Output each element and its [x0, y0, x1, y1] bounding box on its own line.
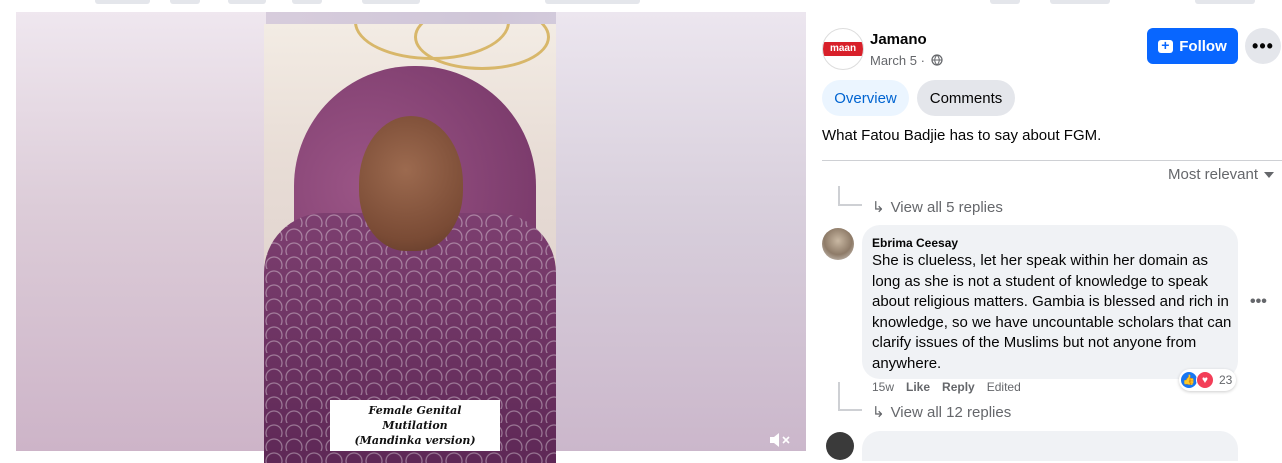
sort-dropdown[interactable]: Most relevant	[1168, 166, 1275, 183]
follow-icon	[1158, 37, 1174, 53]
thread-line	[838, 186, 840, 204]
divider	[822, 160, 1282, 161]
reaction-summary[interactable]: 👍 ♥ 23	[1179, 369, 1237, 391]
thread-line	[838, 204, 862, 206]
tab-overview[interactable]: Overview	[822, 80, 909, 116]
nav-stub	[228, 0, 266, 4]
comment-bubble	[862, 431, 1238, 461]
follow-button[interactable]: Follow	[1147, 28, 1238, 64]
like-reaction-icon: 👍	[1181, 372, 1197, 388]
nav-stub	[990, 0, 1020, 4]
caption-line-2: (Mandinka version)	[354, 434, 476, 447]
tab-comments[interactable]: Comments	[917, 80, 1015, 116]
video-caption: Female Genital Mutilation (Mandinka vers…	[330, 400, 500, 451]
page-name[interactable]: Jamano	[870, 31, 927, 48]
sort-label: Most relevant	[1168, 166, 1259, 183]
video-blur-left	[16, 12, 266, 451]
nav-stub	[1050, 0, 1110, 4]
reply-arrow-icon: ↳	[872, 404, 885, 421]
post-details-panel: maan Jamano March 5 · Follow ••• Overvie…	[808, 12, 1282, 461]
nav-stub	[1195, 0, 1255, 4]
nav-stub	[95, 0, 150, 4]
view-replies-link[interactable]: ↳ View all 5 replies	[872, 198, 1003, 216]
edited-label: Edited	[986, 380, 1021, 394]
page-logo-text: maan	[823, 42, 863, 56]
caption-line-1: Female Genital Mutilation	[368, 404, 462, 432]
like-button[interactable]: Like	[906, 380, 930, 394]
post-caption: What Fatou Badjie has to say about FGM.	[822, 127, 1102, 144]
avatar[interactable]	[826, 432, 854, 460]
thread-line	[838, 409, 862, 411]
video-frame[interactable]: Female Genital Mutilation (Mandinka vers…	[264, 24, 556, 463]
globe-icon	[930, 54, 943, 66]
nav-stub	[362, 0, 420, 4]
post-date-text: March 5 ·	[870, 53, 925, 68]
person-face	[359, 116, 463, 251]
post-date[interactable]: March 5 ·	[870, 53, 943, 68]
nav-stub	[170, 0, 200, 4]
page-logo[interactable]: maan	[822, 28, 864, 70]
follow-label: Follow	[1179, 37, 1227, 55]
view-replies-link[interactable]: ↳ View all 12 replies	[872, 403, 1011, 421]
love-reaction-icon: ♥	[1196, 371, 1214, 389]
view-replies-text: View all 5 replies	[890, 199, 1003, 216]
reply-arrow-icon: ↳	[872, 199, 885, 216]
nav-stub	[292, 0, 322, 4]
comment-time[interactable]: 15w	[872, 380, 894, 394]
view-replies-text: View all 12 replies	[890, 404, 1012, 421]
video-blur-right	[556, 12, 806, 451]
wall-decoration	[414, 24, 550, 70]
more-options-button[interactable]: •••	[1245, 28, 1281, 64]
comment-author[interactable]: Ebrima Ceesay	[872, 236, 958, 250]
comment-actions: 15w Like Reply Edited	[872, 380, 1021, 394]
chevron-down-icon	[1264, 172, 1275, 179]
reaction-count: 23	[1219, 373, 1233, 387]
reply-button[interactable]: Reply	[942, 380, 975, 394]
volume-muted-icon[interactable]	[768, 430, 792, 450]
thread-line	[838, 382, 840, 410]
comment-text: She is clueless, let her speak within he…	[872, 252, 1232, 372]
avatar[interactable]	[822, 228, 854, 260]
comment-more-button[interactable]: •••	[1250, 293, 1267, 311]
video-panel[interactable]: Female Genital Mutilation (Mandinka vers…	[0, 12, 808, 463]
more-icon: •••	[1252, 35, 1274, 56]
nav-stub	[545, 0, 640, 4]
